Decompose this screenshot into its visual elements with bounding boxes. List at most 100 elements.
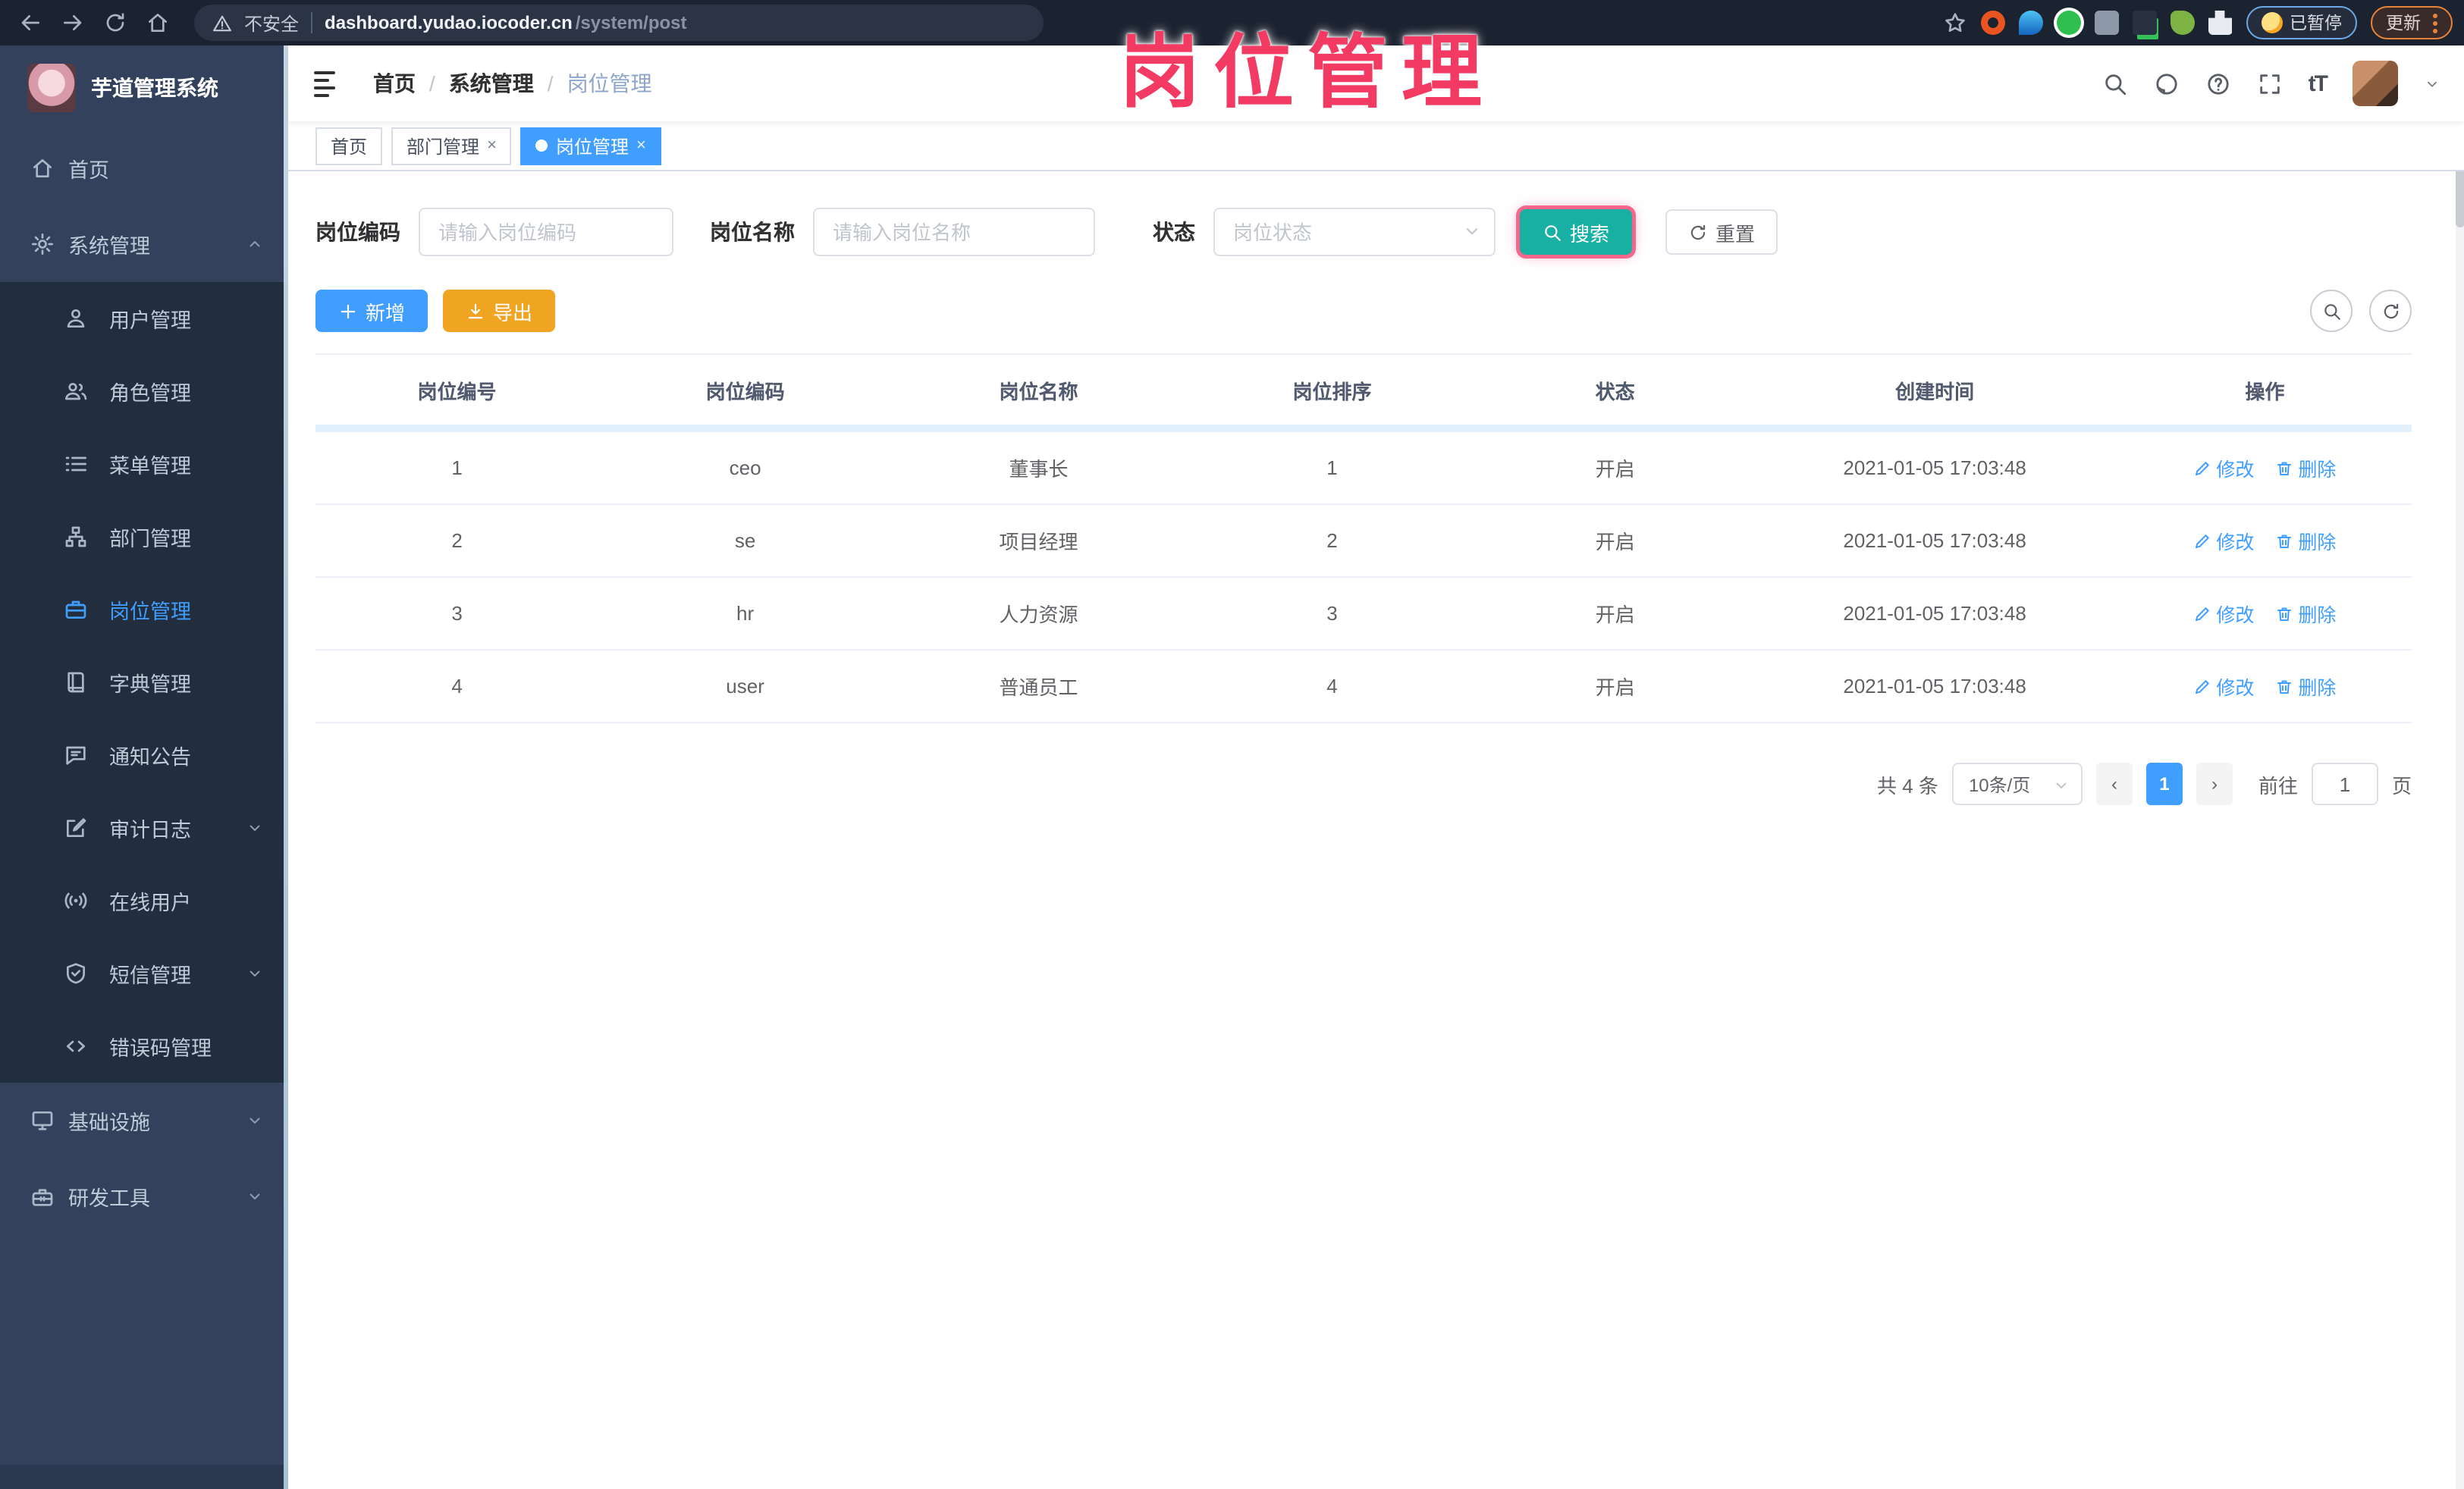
edit-link[interactable]: 修改 — [2193, 526, 2254, 555]
search-icon[interactable] — [2102, 71, 2128, 96]
prev-page-button[interactable]: ‹ — [2095, 763, 2133, 805]
code-icon — [64, 1034, 88, 1058]
sidebar-item-user-management[interactable]: 用户管理 — [0, 282, 288, 355]
cell-sort: 2 — [1326, 529, 1338, 552]
bookmark-star-icon[interactable] — [1942, 11, 1966, 35]
sidebar-item-label: 岗位管理 — [109, 600, 191, 623]
status-select[interactable] — [1213, 208, 1496, 256]
sidebar-item-post-management[interactable]: 岗位管理 — [0, 573, 288, 646]
reset-button[interactable]: 重置 — [1665, 209, 1778, 255]
status-select-input[interactable] — [1213, 208, 1496, 256]
caret-down-icon[interactable] — [2424, 75, 2440, 92]
shield-icon — [64, 961, 88, 986]
refresh-table-button[interactable] — [2369, 290, 2412, 332]
chevron-down-icon — [1462, 221, 1482, 241]
cell-name: 普通员工 — [999, 676, 1078, 699]
sidebar-item-dict-management[interactable]: 字典管理 — [0, 646, 288, 719]
page-1-button[interactable]: 1 — [2145, 763, 2183, 805]
help-question-icon[interactable] — [2205, 71, 2231, 96]
page-scrollbar[interactable] — [2456, 45, 2464, 1489]
browser-menu-kebab-icon[interactable] — [2433, 13, 2437, 33]
browser-update-button[interactable]: 更新 — [2371, 6, 2453, 39]
sidebar-item-home[interactable]: 首页 — [0, 130, 288, 206]
close-icon[interactable]: × — [487, 136, 497, 155]
goto-page-input[interactable] — [2311, 763, 2378, 805]
browser-forward-button[interactable] — [55, 5, 91, 41]
close-icon[interactable]: × — [636, 136, 646, 155]
sidebar-item-online-users[interactable]: 在线用户 — [0, 864, 288, 937]
sidebar-item-system-management[interactable]: 系统管理 — [0, 206, 288, 282]
user-avatar[interactable] — [2353, 61, 2398, 106]
cell-sort: 4 — [1326, 675, 1338, 697]
sidebar-logo[interactable]: 芋道管理系统 — [0, 45, 288, 130]
extension-icon-green-check[interactable] — [2056, 11, 2080, 35]
font-size-icon[interactable]: tT — [2309, 71, 2328, 96]
extension-icon-blue-pin[interactable] — [2018, 11, 2042, 35]
gear-icon — [30, 232, 55, 256]
tab-home[interactable]: 首页 — [315, 127, 383, 165]
broadcast-icon — [64, 889, 88, 913]
delete-link[interactable]: 删除 — [2275, 672, 2336, 701]
export-button[interactable]: 导出 — [443, 290, 556, 332]
column-header: 操作 — [2245, 380, 2285, 403]
github-icon[interactable] — [2154, 71, 2180, 96]
sidebar-item-menu-management[interactable]: 菜单管理 — [0, 428, 288, 500]
download-icon — [466, 301, 485, 321]
tab-dept-management[interactable]: 部门管理 × — [391, 127, 512, 165]
post-name-input[interactable] — [813, 208, 1095, 256]
next-page-button[interactable]: › — [2196, 763, 2233, 805]
url-host: dashboard.yudao.iocoder.cn — [325, 12, 573, 33]
post-code-input[interactable] — [419, 208, 673, 256]
address-bar[interactable]: 不安全 dashboard.yudao.iocoder.cn/system/po… — [194, 5, 1044, 41]
edit-link[interactable]: 修改 — [2193, 453, 2254, 482]
cell-code: ceo — [729, 456, 761, 479]
page-size-select[interactable]: 10条/页 — [1951, 763, 2083, 805]
sidebar-item-dept-management[interactable]: 部门管理 — [0, 500, 288, 573]
tab-post-management[interactable]: 岗位管理 × — [520, 127, 661, 165]
browser-back-button[interactable] — [12, 5, 49, 41]
toggle-search-button[interactable] — [2310, 290, 2353, 332]
breadcrumb-home[interactable]: 首页 — [373, 68, 416, 99]
delete-link[interactable]: 删除 — [2275, 526, 2336, 555]
sidebar-item-error-code[interactable]: 错误码管理 — [0, 1010, 288, 1083]
breadcrumb-system[interactable]: 系统管理 — [449, 68, 534, 99]
extension-icon-gray[interactable] — [2094, 11, 2118, 35]
add-button[interactable]: 新增 — [315, 290, 428, 332]
goto-prefix: 前往 — [2258, 774, 2298, 797]
sidebar-item-notice[interactable]: 通知公告 — [0, 719, 288, 792]
cell-id: 2 — [451, 529, 463, 552]
chevron-down-icon — [246, 964, 264, 983]
pen-icon — [2193, 531, 2211, 550]
posts-table: 岗位编号 岗位编码 岗位名称 岗位排序 状态 创建时间 操作 1 ceo 董事长 — [315, 353, 2412, 723]
sidebar-item-label: 研发工具 — [68, 1187, 150, 1210]
extension-icon-orange[interactable] — [1980, 11, 2004, 35]
paused-extension-pill[interactable]: 已暂停 — [2246, 6, 2357, 39]
status-label: 状态 — [1153, 220, 1195, 244]
cell-code: se — [734, 529, 756, 552]
hamburger-menu-icon[interactable] — [288, 45, 361, 121]
sidebar-item-infrastructure[interactable]: 基础设施 — [0, 1083, 288, 1158]
delete-link[interactable]: 删除 — [2275, 599, 2336, 628]
cell-name: 人力资源 — [999, 603, 1078, 626]
edit-link[interactable]: 修改 — [2193, 672, 2254, 701]
cell-id: 4 — [451, 675, 463, 697]
cell-status: 开启 — [1595, 531, 1635, 553]
extension-icon-dark-green-badge[interactable] — [2132, 11, 2156, 35]
search-button[interactable]: 搜索 — [1520, 209, 1633, 255]
sidebar-item-label: 审计日志 — [109, 819, 191, 842]
url-divider — [311, 12, 313, 33]
browser-reload-button[interactable] — [97, 5, 133, 41]
sidebar-item-dev-tools[interactable]: 研发工具 — [0, 1158, 288, 1234]
extension-icon-green-leaf[interactable] — [2170, 11, 2194, 35]
sidebar-item-audit-log[interactable]: 审计日志 — [0, 792, 288, 864]
emoji-face-icon — [2261, 12, 2282, 33]
extensions-puzzle-icon[interactable] — [2208, 11, 2232, 35]
edit-link[interactable]: 修改 — [2193, 599, 2254, 628]
list-icon — [64, 452, 88, 476]
fullscreen-icon[interactable] — [2257, 71, 2283, 96]
delete-link[interactable]: 删除 — [2275, 453, 2336, 482]
sidebar-item-sms-management[interactable]: 短信管理 — [0, 937, 288, 1010]
sidebar-item-label: 字典管理 — [109, 673, 191, 696]
browser-home-button[interactable] — [140, 5, 176, 41]
sidebar-item-role-management[interactable]: 角色管理 — [0, 355, 288, 428]
